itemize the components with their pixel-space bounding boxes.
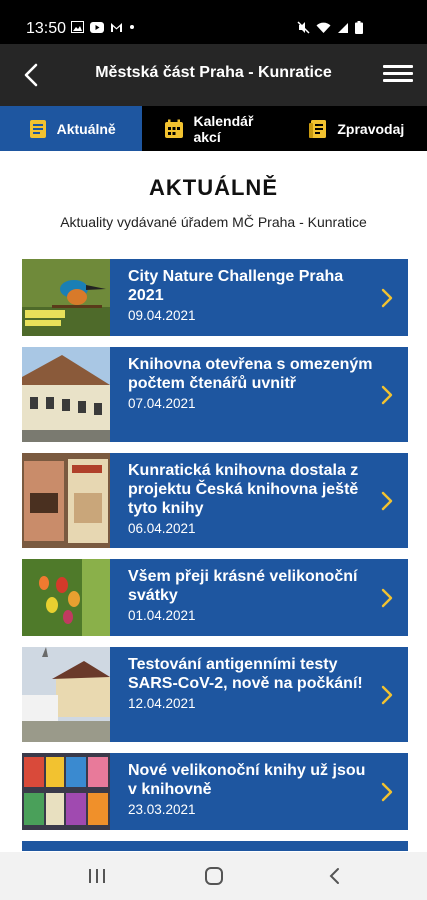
chevron-right-icon (381, 685, 393, 704)
news-item[interactable]: Knihovna otevřena s omezeným počtem čten… (22, 347, 408, 442)
news-title: Kunratická knihovna dostala z projektu Č… (128, 462, 359, 517)
news-item[interactable]: Testování antigenními testy SARS-CoV-2, … (22, 647, 408, 742)
easter-eggs-thumbnail (22, 559, 110, 636)
chevron-right-icon (381, 385, 393, 404)
news-title: Všem přeji krásné velikonoční svátky (128, 568, 358, 604)
calendar-icon (165, 119, 184, 138)
back-arrow-icon[interactable] (18, 60, 46, 90)
tab-bar: Aktuálně Kalendář akcí Zpravodaj (0, 106, 427, 151)
news-item[interactable]: Všem přeji krásné velikonoční svátky 01.… (22, 559, 408, 636)
system-navigation-bar (0, 852, 427, 900)
books-thumbnail (22, 453, 110, 548)
tab-kalendar[interactable]: Kalendář akcí (142, 106, 284, 151)
news-list: City Nature Challenge Praha 2021 09.04.2… (22, 259, 408, 851)
kingfisher-thumbnail (22, 259, 110, 336)
news-body: City Nature Challenge Praha 2021 09.04.2… (110, 259, 408, 336)
news-item[interactable]: Nové velikonoční knihy už jsou v knihovn… (22, 753, 408, 830)
tab-aktualne[interactable]: Aktuálně (0, 106, 143, 151)
signal-icon (338, 22, 348, 33)
tab-label: Kalendář akcí (193, 112, 254, 145)
news-body: Testování antigenními testy SARS-CoV-2, … (110, 647, 408, 742)
news-date: 09.04.2021 (128, 308, 196, 323)
news-body: Knihovna otevřena s omezeným počtem čten… (110, 347, 408, 442)
system-icons (297, 21, 363, 34)
app-title: Městská část Praha - Kunratice (95, 64, 332, 81)
news-icon (29, 119, 46, 138)
page-subtitle: Aktuality vydávané úřadem MČ Praha - Kun… (60, 214, 367, 230)
wifi-icon (316, 22, 331, 33)
tab-label: Aktuálně (56, 120, 116, 137)
chevron-right-icon (381, 491, 393, 510)
news-title: City Nature Challenge Praha 2021 (128, 268, 344, 304)
news-item[interactable]: Kunratická knihovna dostala z projektu Č… (22, 453, 408, 548)
news-item[interactable]: City Nature Challenge Praha 2021 09.04.2… (22, 259, 408, 336)
status-time: 13:50 (26, 20, 67, 37)
battery-icon (355, 21, 363, 34)
tab-zpravodaj[interactable]: Zpravodaj (285, 106, 427, 151)
tab-label: Zpravodaj (337, 120, 405, 137)
back-icon[interactable] (324, 866, 346, 886)
home-icon[interactable] (203, 866, 225, 886)
notification-icons (71, 21, 135, 33)
page-title: AKTUÁLNĚ (149, 175, 278, 200)
gallery-icon (71, 21, 84, 33)
chevron-right-icon (381, 288, 393, 307)
news-date: 07.04.2021 (128, 396, 196, 411)
news-item-partial[interactable] (22, 841, 408, 851)
news-date: 06.04.2021 (128, 521, 196, 536)
news-date: 23.03.2021 (128, 802, 196, 817)
news-title: Testování antigenními testy SARS-CoV-2, … (128, 656, 363, 692)
news-date: 01.04.2021 (128, 608, 196, 623)
gmail-icon (111, 22, 122, 32)
building-thumbnail (22, 347, 110, 442)
hamburger-menu-icon[interactable] (383, 61, 413, 89)
chevron-right-icon (381, 588, 393, 607)
news-date: 12.04.2021 (128, 696, 196, 711)
testing-site-thumbnail (22, 647, 110, 742)
recent-apps-icon[interactable] (86, 866, 108, 886)
app-header: Městská část Praha - Kunratice (0, 44, 427, 106)
news-body: Kunratická knihovna dostala z projektu Č… (110, 453, 408, 548)
dot-icon (130, 25, 134, 29)
youtube-icon (90, 21, 104, 33)
newsletter-icon (309, 119, 327, 138)
news-title: Knihovna otevřena s omezeným počtem čten… (128, 356, 373, 392)
mute-icon (297, 21, 310, 34)
book-shelf-thumbnail (22, 753, 110, 830)
news-title: Nové velikonoční knihy už jsou v knihovn… (128, 762, 366, 798)
news-body: Všem přeji krásné velikonoční svátky 01.… (110, 559, 408, 636)
chevron-right-icon (381, 782, 393, 801)
news-body: Nové velikonoční knihy už jsou v knihovn… (110, 753, 408, 830)
status-bar: 13:50 (0, 0, 427, 44)
